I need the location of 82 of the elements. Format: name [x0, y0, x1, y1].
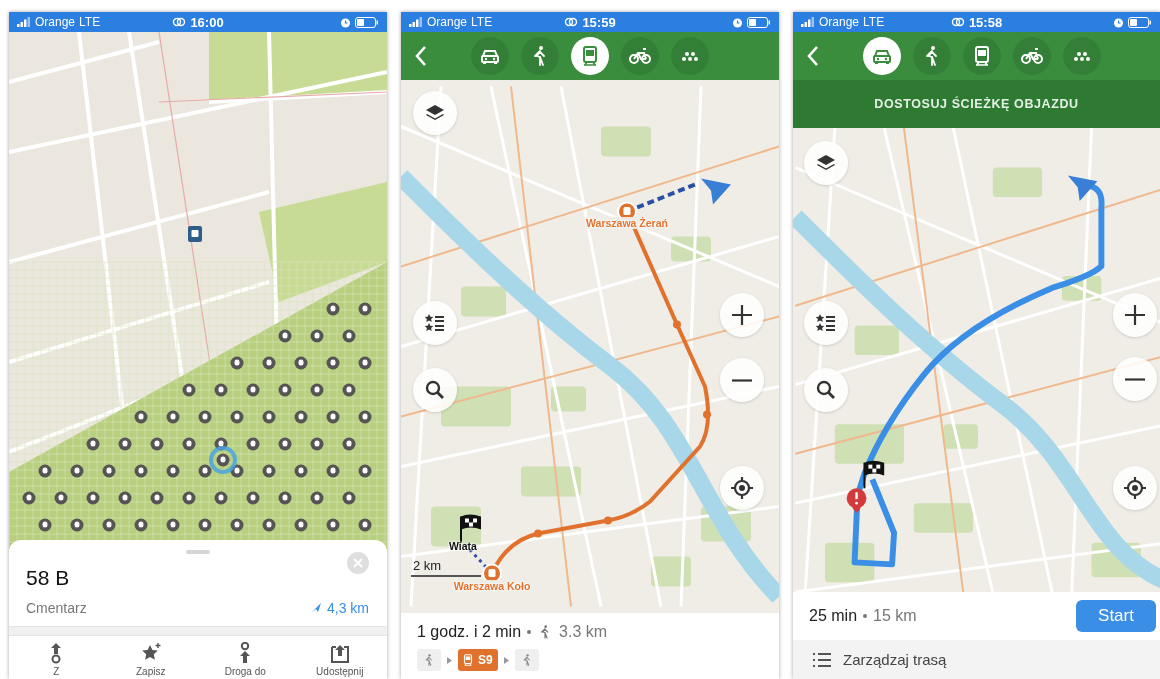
status-time: 15:58 — [968, 14, 1003, 30]
minus-icon — [1124, 377, 1146, 381]
park-area — [992, 167, 1043, 198]
alarm-clock-icon — [732, 16, 743, 28]
link-icon — [564, 17, 579, 27]
chevron-right-icon — [503, 656, 509, 664]
map-label: Wiata — [449, 540, 477, 552]
action-button[interactable]: Udostępnij — [299, 642, 380, 677]
status-time: 15:59 — [582, 14, 616, 30]
walking-distance: 3.3 km — [559, 623, 608, 641]
map-label: Warszawa Koło — [451, 580, 533, 592]
transport-mode-tab[interactable] — [471, 37, 509, 75]
transport-mode-tab[interactable] — [1013, 37, 1051, 75]
transport-mode-tab[interactable] — [1063, 37, 1101, 75]
signal-icon — [409, 17, 423, 27]
alarm-clock-icon — [340, 16, 351, 28]
chevron-right-icon — [447, 656, 452, 664]
separator-dot — [527, 630, 532, 634]
link-icon — [172, 17, 187, 27]
route-distance: 15 km — [873, 607, 917, 625]
signal-icon — [801, 17, 815, 27]
chevron-left-icon — [807, 45, 819, 67]
train-line-badge: S9 — [458, 649, 498, 671]
banner-text: DOSTOSUJ ŚCIEŻKĘ OBJAZDU — [874, 97, 1079, 111]
separator-dot — [863, 614, 868, 618]
list-icon — [813, 652, 831, 667]
transport-mode-tab[interactable] — [863, 37, 901, 75]
finish-flag-icon — [863, 460, 885, 490]
signal-icon — [17, 17, 31, 27]
route-duration: 25 min — [809, 607, 858, 625]
location-target-icon — [1124, 477, 1146, 499]
location-target-icon — [731, 477, 753, 499]
network-type: LTE — [79, 15, 101, 29]
transport-mode-tab[interactable] — [913, 37, 951, 75]
place-category: Cmentarz — [26, 600, 87, 616]
selected-marker-icon — [209, 446, 237, 474]
park-area — [913, 503, 974, 533]
train-icon — [461, 652, 475, 668]
search-icon — [424, 379, 446, 401]
share-icon — [328, 642, 351, 664]
battery-icon — [747, 16, 771, 28]
transport-mode-tab[interactable] — [571, 37, 609, 75]
alarm-clock-icon — [1113, 16, 1124, 28]
scale-label: 2 km — [413, 558, 442, 573]
status-time: 16:00 — [190, 14, 224, 30]
transport-mode-tab[interactable] — [963, 37, 1001, 75]
scale-bar — [411, 575, 481, 577]
place-title: 58 B — [26, 565, 70, 591]
location-arrow-icon — [1067, 175, 1098, 202]
transport-mode-tab[interactable] — [521, 37, 559, 75]
drag-handle[interactable] — [186, 550, 210, 554]
place-distance: 4,3 km — [327, 600, 369, 616]
map-label: Warszawa Żerań — [584, 217, 670, 229]
transit-stop-icon — [188, 226, 202, 242]
carrier-name: Orange — [819, 15, 860, 29]
location-arrow-icon — [701, 178, 731, 205]
battery-icon — [1128, 16, 1152, 28]
search-icon — [815, 379, 837, 401]
link-icon — [950, 17, 965, 27]
carrier-name: Orange — [35, 15, 76, 29]
action-button[interactable]: Z — [16, 642, 97, 677]
close-icon — [353, 558, 363, 568]
star-list-icon — [815, 312, 837, 334]
transport-mode-tab[interactable] — [671, 37, 709, 75]
warning-pin-icon — [846, 488, 867, 513]
park-area — [461, 286, 506, 317]
minus-icon — [731, 378, 753, 382]
carrier-name: Orange — [427, 15, 468, 29]
battery-icon — [355, 16, 379, 28]
network-type: LTE — [863, 15, 885, 29]
plus-icon — [1124, 304, 1146, 326]
action-button[interactable]: Droga do — [205, 642, 286, 677]
park-area — [854, 325, 899, 356]
star-list-icon — [424, 312, 446, 334]
plus-icon — [731, 304, 753, 326]
chevron-left-icon — [415, 45, 427, 67]
network-type: LTE — [471, 15, 493, 29]
action-button[interactable]: Zapisz — [110, 642, 191, 677]
park-area — [601, 126, 651, 157]
transport-mode-tab[interactable] — [621, 37, 659, 75]
route-duration: 1 godz. i 2 min — [417, 623, 522, 641]
manage-route-button[interactable]: Zarządzaj trasą — [793, 640, 1160, 679]
